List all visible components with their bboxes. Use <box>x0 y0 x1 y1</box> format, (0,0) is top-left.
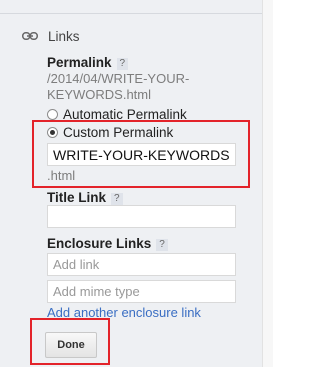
links-section-header[interactable]: Links <box>22 27 80 45</box>
permalink-help-icon[interactable]: ? <box>116 58 129 70</box>
enclosure-links-heading-text: Enclosure Links <box>47 236 152 251</box>
links-section-label: Links <box>48 28 80 44</box>
custom-permalink-highlight-box <box>32 120 250 188</box>
automatic-permalink-radio[interactable] <box>47 109 58 120</box>
done-button-highlight-box <box>30 318 110 365</box>
permalink-current-path: /2014/04/WRITE-YOUR- KEYWORDS.html <box>47 71 189 103</box>
enclosure-mime-type-input[interactable] <box>47 280 236 303</box>
title-link-heading: Title Link? <box>47 190 123 205</box>
title-link-help-icon[interactable]: ? <box>111 193 123 205</box>
enclosure-link-input[interactable] <box>47 253 236 276</box>
permalink-heading-text: Permalink <box>47 55 112 70</box>
title-link-heading-text: Title Link <box>47 190 107 205</box>
permalink-heading: Permalink? <box>47 55 129 70</box>
permalink-path-line2: KEYWORDS.html <box>47 87 152 102</box>
vertical-scrollbar[interactable] <box>262 0 273 367</box>
section-divider <box>0 0 262 14</box>
permalink-path-line1: /2014/04/WRITE-YOUR- <box>47 71 190 86</box>
link-chain-icon <box>22 32 38 40</box>
enclosure-links-help-icon[interactable]: ? <box>156 239 168 251</box>
title-link-input[interactable] <box>47 205 236 228</box>
enclosure-links-heading: Enclosure Links? <box>47 236 168 251</box>
